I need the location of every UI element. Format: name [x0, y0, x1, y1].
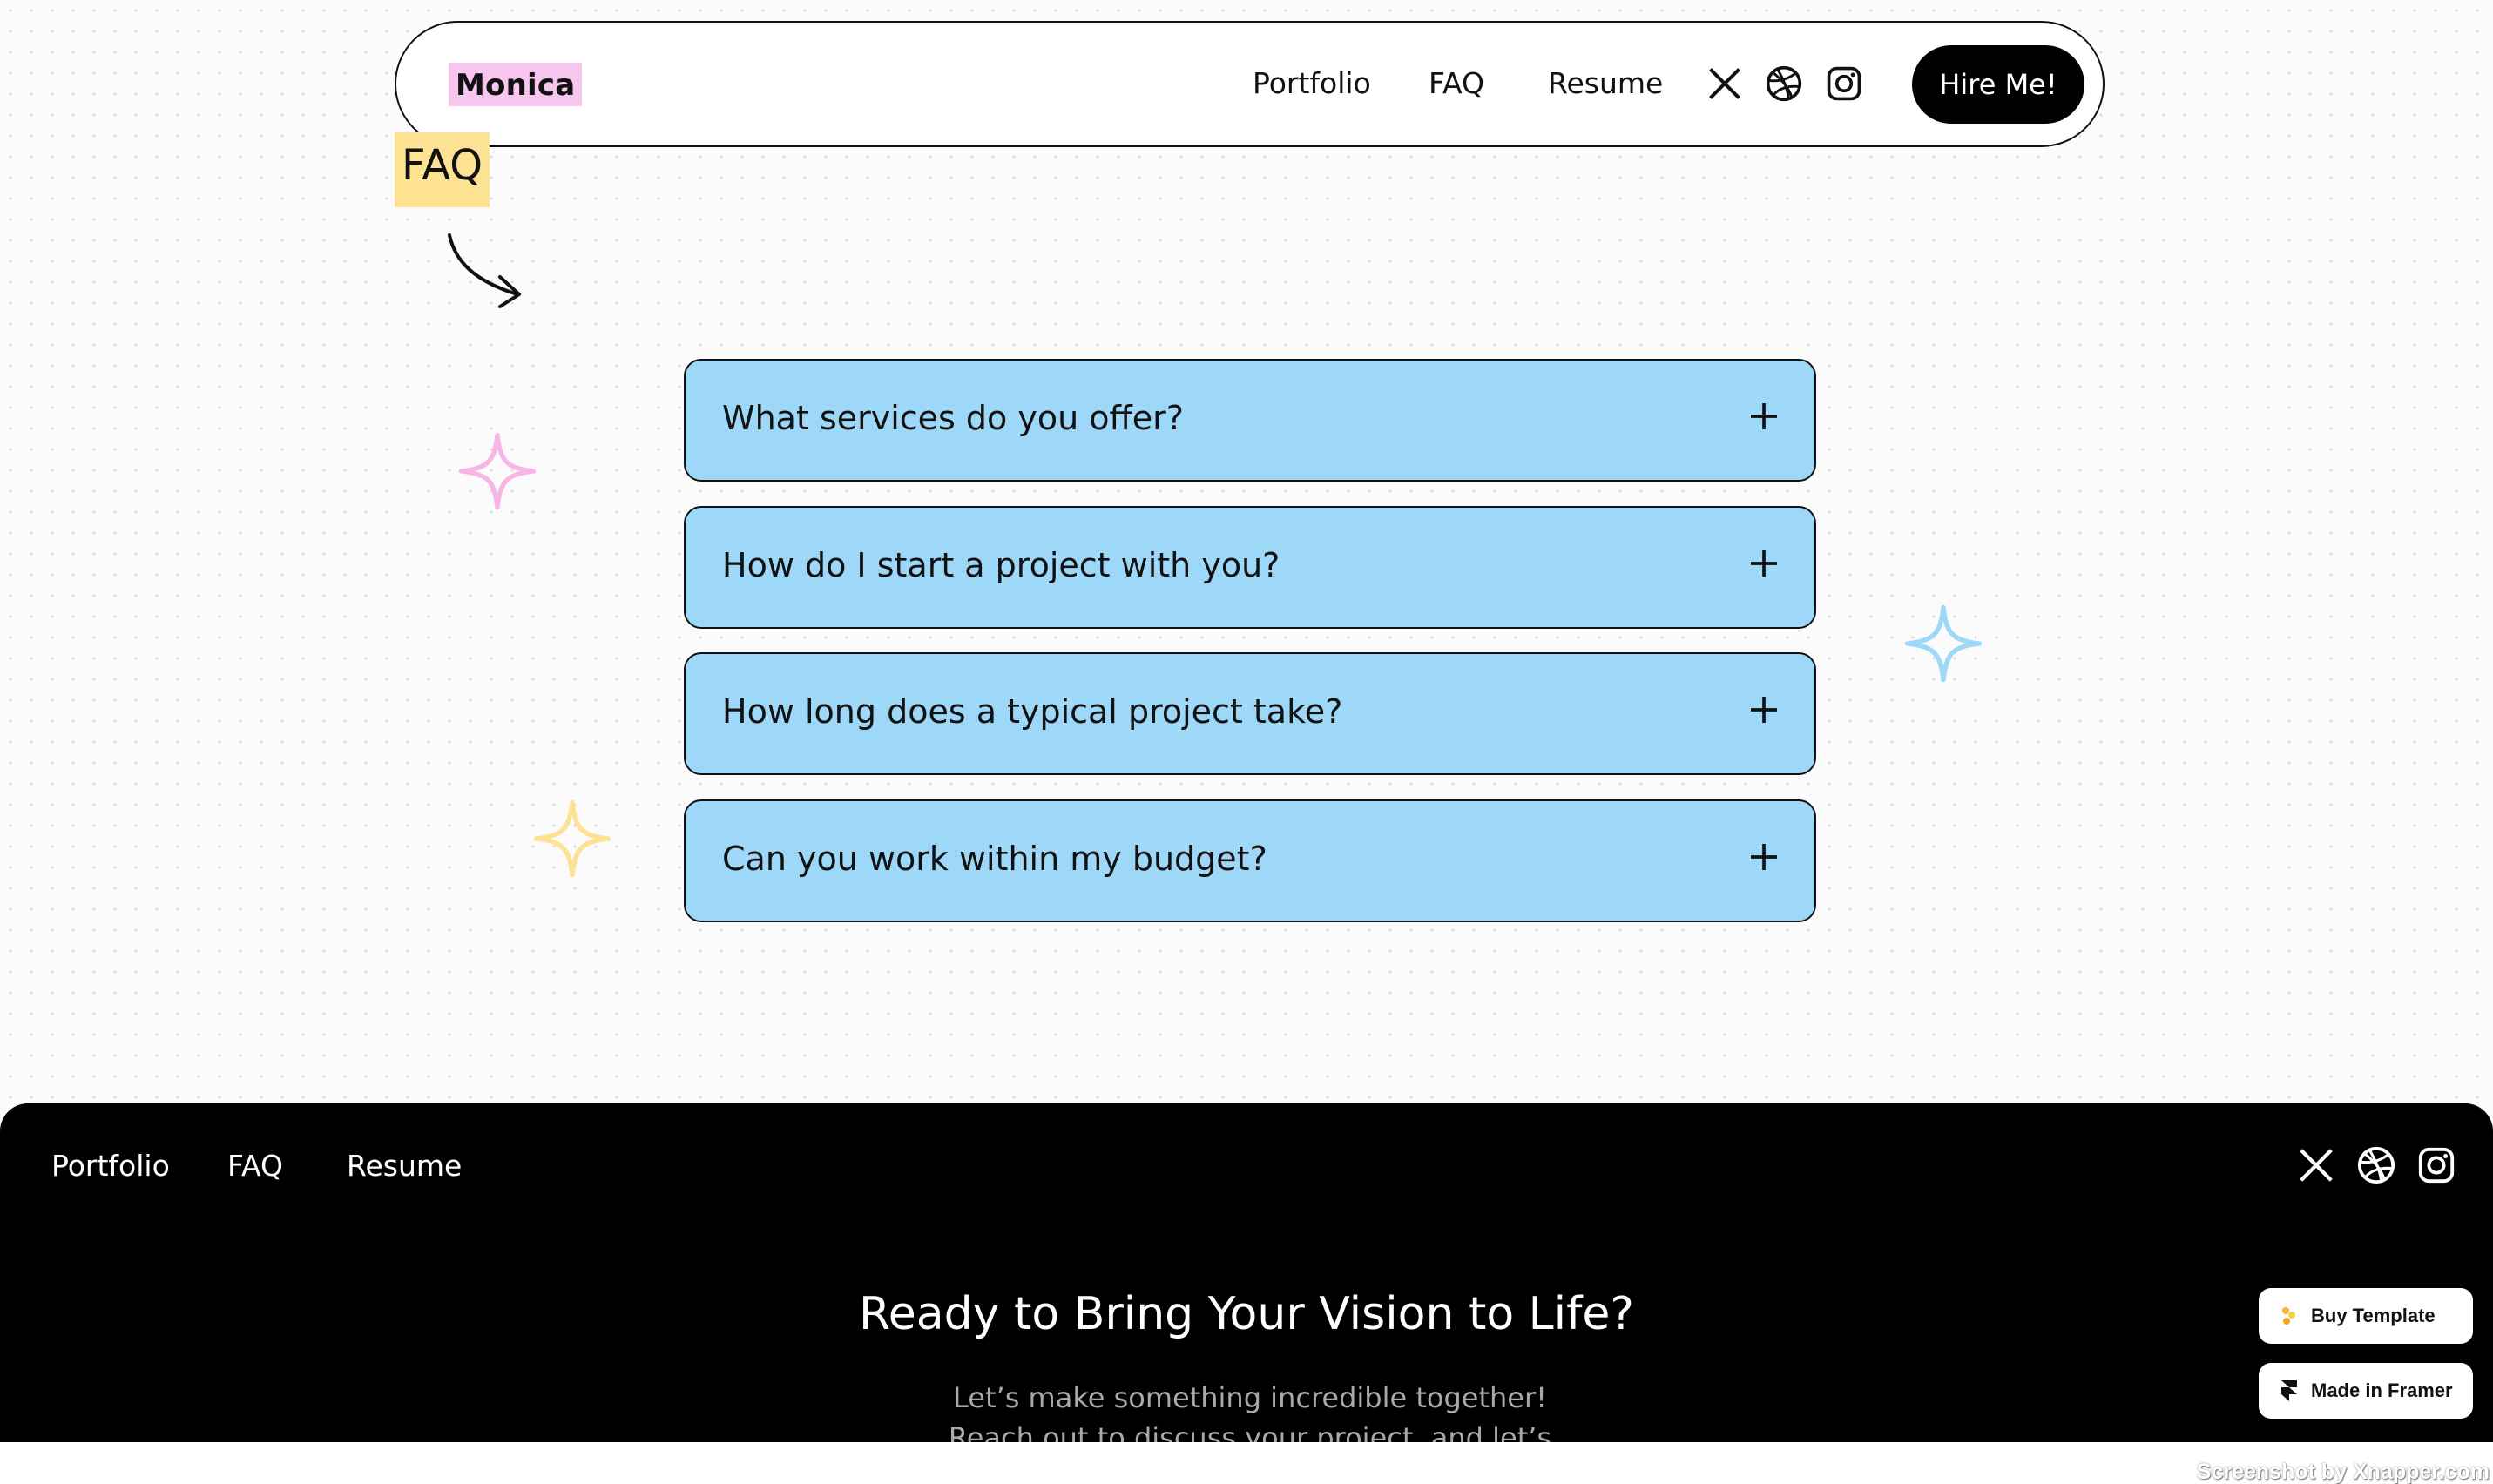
faq-question: Can you work within my budget?: [722, 840, 1267, 878]
nav-link-portfolio[interactable]: Portfolio: [1253, 66, 1371, 100]
framer-flower-icon: [2282, 1307, 2295, 1325]
faq-item[interactable]: How do I start a project with you?: [684, 506, 1816, 629]
sparkle-pink-icon: [458, 432, 537, 510]
x-icon[interactable]: [2296, 1145, 2336, 1185]
sparkle-yellow-icon: [533, 799, 611, 878]
plus-icon[interactable]: [1746, 692, 1781, 727]
bottom-strip: [0, 1442, 2493, 1484]
curved-arrow-icon: [448, 233, 521, 308]
cta-heading: Ready to Bring Your Vision to Life?: [859, 1288, 1634, 1340]
faq-question: How long does a typical project take?: [722, 692, 1343, 731]
faq-item[interactable]: How long does a typical project take?: [684, 652, 1816, 775]
cta-text: Let’s make something incredible together…: [948, 1381, 1552, 1442]
footer-link-portfolio[interactable]: Portfolio: [51, 1149, 170, 1183]
hire-me-button[interactable]: Hire Me!: [1912, 45, 2084, 124]
faq-question: What services do you offer?: [722, 399, 1184, 437]
made-in-framer-label: Made in Framer: [2311, 1379, 2453, 1401]
plus-icon[interactable]: [1746, 399, 1781, 434]
framer-logo-icon: [2281, 1380, 2297, 1401]
footer-link-faq[interactable]: FAQ: [227, 1149, 283, 1183]
nav-link-faq[interactable]: FAQ: [1429, 66, 1484, 100]
logo[interactable]: Monica: [449, 63, 583, 106]
header-nav-bar: Monica Portfolio FAQ Resume Hire Me!: [395, 21, 2105, 147]
plus-icon[interactable]: [1746, 840, 1781, 874]
instagram-icon[interactable]: [1825, 64, 1863, 103]
x-icon[interactable]: [1706, 64, 1744, 103]
dribbble-icon[interactable]: [1765, 64, 1803, 103]
sparkle-blue-icon: [1904, 604, 1983, 683]
faq-item[interactable]: What services do you offer?: [684, 359, 1816, 482]
plus-icon[interactable]: [1746, 546, 1781, 581]
dribbble-icon[interactable]: [2356, 1145, 2396, 1185]
buy-template-button[interactable]: Buy Template: [2259, 1288, 2473, 1344]
faq-item[interactable]: Can you work within my budget?: [684, 799, 1816, 922]
footer-link-resume[interactable]: Resume: [347, 1149, 462, 1183]
buy-template-label: Buy Template: [2311, 1305, 2436, 1326]
footer: Portfolio FAQ Resume Ready to Bring Your…: [0, 1103, 2493, 1442]
instagram-icon[interactable]: [2416, 1145, 2456, 1185]
watermark: Screenshot by Xnapper.com: [2196, 1460, 2490, 1484]
made-in-framer-button[interactable]: Made in Framer: [2259, 1363, 2473, 1419]
nav-link-resume[interactable]: Resume: [1548, 66, 1663, 100]
section-tag: FAQ: [395, 132, 490, 207]
faq-question: How do I start a project with you?: [722, 546, 1280, 584]
